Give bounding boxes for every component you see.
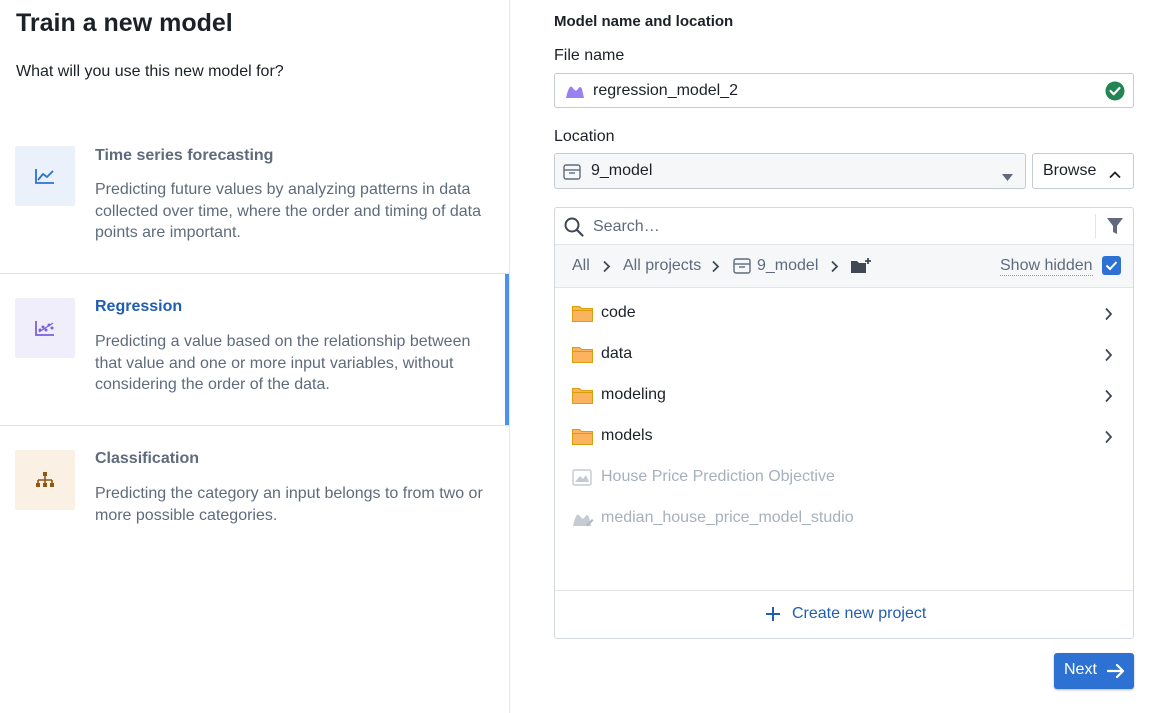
option-description: Predicting future values by analyzing pa… [95, 181, 481, 241]
option-title: Time series forecasting [95, 147, 274, 164]
location-value: 9_model [591, 162, 653, 179]
search-input[interactable] [593, 214, 1083, 239]
list-item[interactable]: models [555, 417, 1133, 458]
model-file-icon [572, 510, 594, 532]
page-question: What will you use this new model for? [16, 63, 284, 80]
location-label: Location [554, 128, 615, 145]
chevron-right-icon[interactable] [1104, 430, 1113, 449]
next-label: Next [1064, 661, 1097, 678]
browse-label: Browse [1043, 162, 1097, 179]
objective-icon [572, 469, 592, 491]
browse-button[interactable]: Browse [1032, 153, 1134, 189]
folder-icon [572, 305, 593, 327]
file-name-value[interactable]: regression_model_2 [593, 82, 738, 100]
item-label: data [601, 345, 633, 362]
line-chart-icon [15, 146, 75, 206]
option-title: Regression [95, 298, 183, 315]
item-label: models [601, 427, 653, 444]
project-icon [733, 258, 751, 279]
chevron-up-icon [1109, 166, 1121, 184]
location-select[interactable]: 9_model [554, 153, 1026, 189]
file-name-field[interactable]: regression_model_2 [554, 73, 1134, 108]
model-type-panel: Train a new model What will you use this… [0, 0, 510, 713]
folder-icon [572, 346, 593, 368]
model-file-icon [565, 83, 585, 104]
list-item[interactable]: data [555, 335, 1133, 376]
project-icon [563, 164, 581, 185]
item-label: median_house_price_model_studio [601, 509, 854, 526]
search-icon [564, 217, 584, 242]
file-browser: All All projects 9_model [554, 207, 1134, 639]
item-label: modeling [601, 386, 666, 403]
option-classification[interactable]: Classification Predicting the category a… [0, 426, 509, 546]
hierarchy-icon [15, 450, 75, 510]
section-title: Model name and location [554, 13, 734, 30]
arrow-right-icon [1106, 663, 1125, 684]
next-button[interactable]: Next [1054, 653, 1134, 689]
caret-down-icon [1002, 168, 1013, 186]
chevron-right-icon [602, 260, 611, 278]
chevron-right-icon[interactable] [1104, 307, 1113, 326]
chevron-right-icon[interactable] [1104, 348, 1113, 367]
option-description: Predicting the category an input belongs… [95, 485, 483, 524]
scatter-plot-icon [15, 298, 75, 358]
chevron-right-icon[interactable] [1104, 389, 1113, 408]
folder-icon [572, 387, 593, 409]
valid-check-icon [1105, 81, 1125, 106]
list-item: median_house_price_model_studio [555, 499, 1133, 540]
create-project-label: Create new project [792, 605, 927, 622]
create-project-button[interactable]: Create new project [555, 590, 1133, 638]
option-title: Classification [95, 450, 200, 467]
breadcrumb-all-projects[interactable]: All projects [623, 257, 701, 275]
filter-icon[interactable] [1106, 217, 1124, 240]
show-hidden-label[interactable]: Show hidden [1000, 257, 1093, 276]
separator [1095, 214, 1096, 238]
plus-icon [766, 607, 780, 626]
show-hidden-checkbox[interactable] [1102, 256, 1121, 275]
item-label: code [601, 304, 636, 321]
chevron-right-icon [830, 260, 839, 278]
breadcrumb-all[interactable]: All [572, 257, 590, 275]
selected-indicator [505, 274, 509, 426]
item-label: House Price Prediction Objective [601, 468, 835, 485]
search-bar [555, 208, 1133, 245]
option-description: Predicting a value based on the relation… [95, 333, 471, 393]
model-location-panel: Model name and location File name regres… [510, 0, 1162, 713]
option-regression[interactable]: Regression Predicting a value based on t… [0, 274, 509, 425]
page-title: Train a new model [16, 9, 233, 37]
folder-icon [572, 428, 593, 450]
list-item[interactable]: modeling [555, 376, 1133, 417]
breadcrumb-project[interactable]: 9_model [757, 257, 818, 275]
option-time-series[interactable]: Time series forecasting Predicting futur… [0, 120, 509, 273]
list-item: House Price Prediction Objective [555, 458, 1133, 499]
breadcrumb: All All projects 9_model Show hidden [555, 245, 1133, 288]
chevron-right-icon [711, 260, 720, 278]
new-folder-icon[interactable] [850, 257, 872, 280]
list-item[interactable]: code [555, 294, 1133, 335]
file-name-label: File name [554, 47, 625, 64]
